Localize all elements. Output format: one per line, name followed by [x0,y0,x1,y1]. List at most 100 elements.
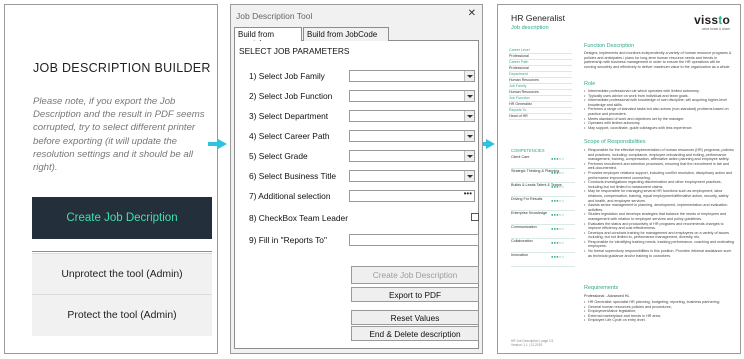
chevron-down-icon[interactable] [464,71,474,81]
protect-tool-button[interactable]: Protect the tool (Admin) [32,294,212,336]
competency-label: Innovation [511,253,529,257]
step-label: 3) Select Department [249,111,329,121]
rating-dots-icon: ●●●○○ [551,212,565,217]
close-icon[interactable]: ✕ [468,8,476,19]
section-title: SELECT JOB PARAMETERS [239,46,350,56]
step-label: 9) Fill in "Reports To" [249,235,327,245]
list-item: Intermediate professional with knowledge… [584,98,734,107]
job-family-select[interactable] [349,70,475,82]
sidebar-value: Head of HR [509,114,572,120]
business-title-select[interactable] [349,170,475,182]
company-logo: vissto [694,13,730,27]
role-heading: Role [584,81,596,87]
requirements-subtitle: Professional - Advanced HL [584,294,630,298]
builder-panel: JOB DESCRIPTION BUILDER Please note, if … [4,4,218,354]
function-description-text: Designs, implements and monitors indepen… [584,51,732,69]
career-path-select[interactable] [349,130,475,142]
list-item: No formal supervisory responsibilities i… [584,249,734,258]
list-item: Responsible for identifying training nee… [584,240,734,249]
job-description-document: HR Generalist Job description vissto val… [497,4,741,354]
step-label: 4) Select Career Path [249,131,330,141]
competency-label: Communication [511,225,537,229]
list-item: May be responsible for managing several … [584,189,734,203]
function-description-heading: Function Description [584,43,635,49]
step-label: 7) Additional selection [249,191,331,201]
competency-label: Enterprise Knowledge [511,211,548,215]
export-note: Please note, if you export the Job Descr… [33,96,205,174]
step-label: 8) CheckBox Team Leader [249,213,349,223]
scope-heading: Scope of Responsibilities [584,139,646,145]
competency-row: Strategic Thinking & Planning ●●●○○ [511,169,575,183]
chevron-down-icon[interactable] [464,111,474,121]
create-job-description-button[interactable]: Create Job Decription [32,197,212,239]
list-item: Performs recruitment and selection proce… [584,162,734,171]
list-item: May support, coordinate, guide colleague… [584,126,734,131]
divider [32,251,212,252]
document-title: HR Generalist [511,13,565,23]
step-label: 5) Select Grade [249,151,308,161]
chevron-down-icon[interactable] [464,151,474,161]
tab-build-from-scratch[interactable]: Build from scratch [234,27,302,48]
department-select[interactable] [349,110,475,122]
chevron-down-icon[interactable] [464,171,474,181]
competency-row: Innovation ●●●○○ [511,253,575,267]
competency-row: Client Care ●●●○○ [511,155,575,169]
competency-row: Enterprise Knowledge ●●●○○ [511,211,575,225]
arrow-right-icon [208,139,228,149]
rating-dots-icon: ●●●○○ [551,156,565,161]
rating-dots-icon: ●●●○○ [551,198,565,203]
team-leader-checkbox[interactable] [471,213,479,221]
end-delete-button[interactable]: End & Delete description [351,326,479,341]
create-description-button[interactable]: Create Job Description [351,266,479,284]
rating-dots-icon: ●●●○○ [551,170,565,175]
job-parameters-sidebar: Career Level Professional Career Path Pr… [509,48,572,120]
competency-row: Driving For Results ●●●○○ [511,197,575,211]
grade-select[interactable] [349,150,475,162]
chevron-down-icon[interactable] [464,131,474,141]
role-list: Intermediate professional role which ope… [584,89,734,130]
window-title: Job Description Tool [236,11,313,21]
rating-dots-icon: ●●●○○ [551,184,565,189]
rating-dots-icon: ●●●○○ [551,226,565,231]
list-item: Responsible for the effective implementa… [584,148,734,162]
step-label: 6) Select Business Title [249,171,337,181]
export-pdf-button[interactable]: Export to PDF [351,287,479,302]
reset-values-button[interactable]: Reset Values [351,310,479,325]
competency-row: Communication ●●●○○ [511,225,575,239]
competencies-title: COMPETENCIES [511,148,545,153]
list-item: Performs a range of standard tasks but a… [584,107,734,116]
job-description-tool-window: Job Description Tool ✕ Build from scratc… [230,4,483,354]
list-item: Studies legislation and develops strateg… [584,212,734,221]
rating-dots-icon: ●●●○○ [551,254,565,259]
step-label: 2) Select Job Function [249,91,333,101]
competency-label: Collaboration [511,239,533,243]
competency-label: Client Care [511,155,530,159]
footer-line: Version: 1.1 | 12-2019 [511,343,543,348]
rating-dots-icon: ●●●○○ [551,240,565,245]
list-item: Provides employee relations support, inc… [584,171,734,180]
reports-to-input[interactable] [349,234,479,246]
requirements-list: HR Generalist: specialist HR planning, b… [584,300,734,323]
chevron-down-icon[interactable] [464,91,474,101]
tab-content: SELECT JOB PARAMETERS 1) Select Job Fami… [234,41,479,349]
builder-title: JOB DESCRIPTION BUILDER [33,61,211,75]
competency-row: Builds & Leads Talent & Teams ●●●○○ [511,183,575,197]
logo-tagline: value beats & share [701,27,730,31]
unprotect-tool-button[interactable]: Unprotect the tool (Admin) [32,253,212,295]
document-subtitle: Job description [511,25,549,31]
document-footer: HR Job Description | page 1/1 Version: 1… [511,339,553,347]
additional-selection-field[interactable]: ••• [349,189,475,202]
more-icon[interactable]: ••• [464,189,472,198]
competency-row: Collaboration ●●●○○ [511,239,575,253]
tab-build-from-jobcode[interactable]: Build from JobCode [303,27,389,41]
requirements-heading: Requirements [584,285,619,291]
competency-label: Driving For Results [511,197,543,201]
step-label: 1) Select Job Family [249,71,325,81]
list-item: Employee Life Cycle on entry level. [584,318,734,323]
scope-list: Responsible for the effective implementa… [584,148,734,258]
job-function-select[interactable] [349,90,475,102]
list-item: Develops and conducts training for manag… [584,231,734,240]
list-item: Conducts investigations regarding discri… [584,180,734,189]
list-item: Assists senior management in planning, d… [584,203,734,212]
list-item: Evaluates the status and productivity of… [584,222,734,231]
